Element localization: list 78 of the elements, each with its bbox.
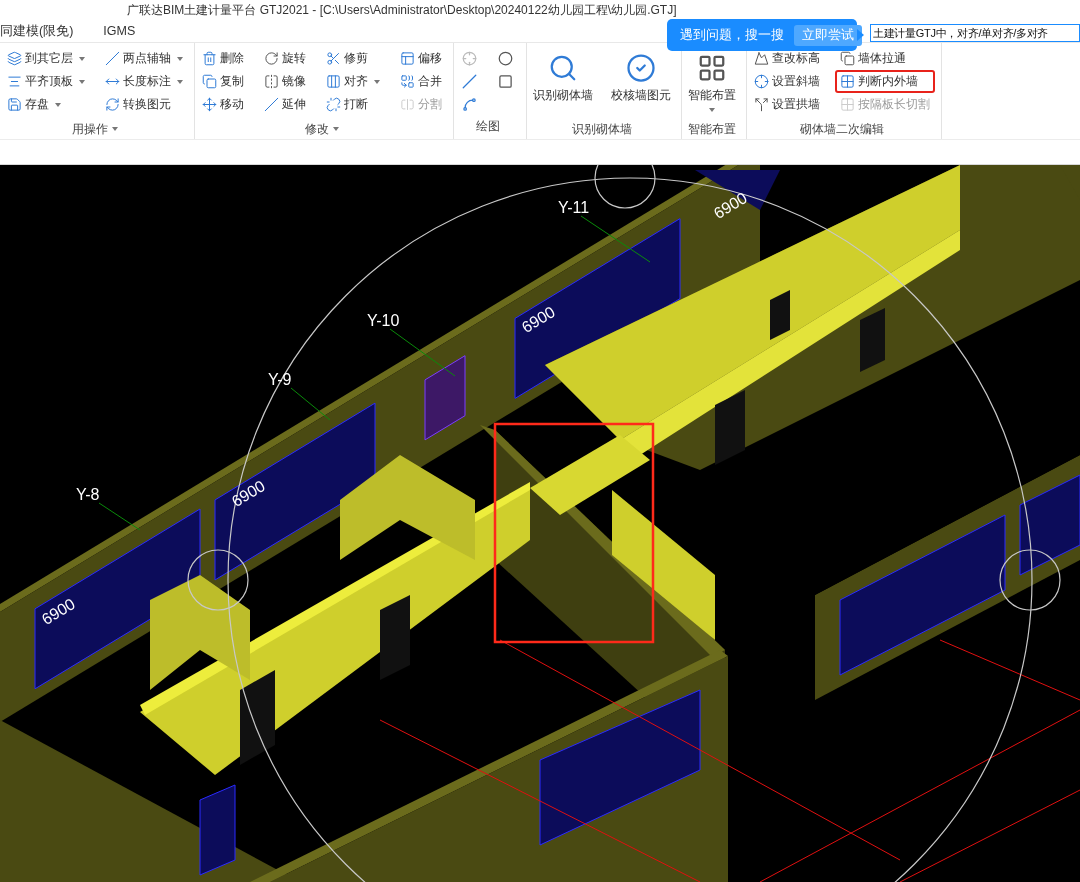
- ribbon-button[interactable]: 移动: [197, 93, 249, 116]
- caret-icon: [333, 127, 339, 131]
- align-icon: [7, 74, 22, 89]
- axis-label: Y-10: [367, 312, 400, 329]
- caret-icon: [177, 79, 183, 84]
- window-title: 广联达BIM土建计量平台 GTJ2021 - [C:\Users\Administrator\Desktop\20240122幼儿园工程\幼儿园.GTJ]: [127, 1, 677, 19]
- axis-line: [389, 328, 456, 377]
- ribbon-button[interactable]: 修剪: [321, 47, 385, 70]
- group-label: 识别砌体墙: [572, 120, 632, 138]
- menu-item[interactable]: 同建模(限免): [0, 22, 74, 40]
- save-icon: [7, 97, 22, 112]
- mirror-icon: [264, 74, 279, 89]
- axis-line: [98, 502, 141, 531]
- popup-text: 遇到问题，搜一搜: [680, 26, 784, 44]
- ribbon-large-button[interactable]: 识别砌体墙: [529, 47, 597, 106]
- axis-label: Y-8: [76, 486, 100, 503]
- ribbon-button[interactable]: 镜像: [259, 70, 311, 93]
- move-icon: [202, 97, 217, 112]
- ribbon-button[interactable]: 设置拱墙: [749, 93, 825, 116]
- slash-icon: [264, 97, 279, 112]
- break-icon: [326, 97, 341, 112]
- ribbon-button[interactable]: 转换图元: [100, 93, 188, 116]
- group-label: 绘图: [476, 117, 500, 135]
- search-wall-icon: [548, 53, 578, 83]
- copy-icon: [840, 51, 855, 66]
- copy-icon: [202, 74, 217, 89]
- axis-line: [290, 387, 331, 421]
- caret-icon: [112, 127, 118, 131]
- ribbon-large-button[interactable]: 校核墙图元: [607, 47, 675, 106]
- menu-item[interactable]: IGMS: [103, 24, 136, 38]
- dimension-label: 6900: [38, 595, 78, 628]
- dimension-label: 6900: [710, 189, 750, 222]
- ribbon-button[interactable]: 删除: [197, 47, 249, 70]
- dimension-label: 6900: [228, 477, 268, 510]
- grid-icon: [840, 97, 855, 112]
- axis-line-icon: [105, 51, 120, 66]
- split-icon: [400, 97, 415, 112]
- ribbon-button[interactable]: 合并: [395, 70, 447, 93]
- caret-icon: [55, 102, 61, 107]
- crosshair-icon: [754, 74, 769, 89]
- caret-icon: [709, 108, 715, 112]
- ribbon-button[interactable]: 长度标注: [100, 70, 188, 93]
- ribbon-button[interactable]: 墙体拉通: [835, 47, 935, 70]
- caret-icon: [79, 79, 85, 84]
- merge-icon: [400, 74, 415, 89]
- caret-icon: [374, 79, 380, 84]
- ribbon-button[interactable]: 平齐顶板: [2, 70, 90, 93]
- ribbon-button[interactable]: 偏移: [395, 47, 447, 70]
- caret-icon: [177, 56, 183, 61]
- group-label: 用操作: [72, 120, 108, 138]
- trash-icon: [202, 51, 217, 66]
- check-circle-icon: [626, 53, 656, 83]
- scissors-icon: [326, 51, 341, 66]
- ribbon-button[interactable]: 延伸: [259, 93, 311, 116]
- grid-icon: [840, 74, 855, 89]
- convert-icon: [105, 97, 120, 112]
- ribbon-button[interactable]: 设置斜墙: [749, 70, 825, 93]
- ribbon-button[interactable]: 判断内外墙: [835, 70, 935, 93]
- caret-icon: [79, 56, 85, 61]
- group-label: 智能布置: [688, 120, 736, 138]
- ribbon-button[interactable]: 查改标高: [749, 47, 825, 70]
- search-field[interactable]: 土建计量GTJ中，对齐/单对齐/多对齐: [870, 24, 1080, 42]
- ribbon-button[interactable]: 打断: [321, 93, 385, 116]
- ribbon-button[interactable]: 两点辅轴: [100, 47, 188, 70]
- ribbon-button[interactable]: 复制: [197, 70, 249, 93]
- grid-nodes-icon: [697, 53, 727, 83]
- dimension-label: 6900: [518, 303, 558, 336]
- axis-line: [580, 215, 651, 263]
- ribbon-button[interactable]: 存盘: [2, 93, 90, 116]
- ribbon-button[interactable]: 到其它层: [2, 47, 90, 70]
- group-label: 砌体墙二次编辑: [800, 120, 884, 138]
- ribbon-button[interactable]: 旋转: [259, 47, 311, 70]
- group-label: 修改: [305, 120, 329, 138]
- axis-label: Y-11: [558, 199, 590, 216]
- ribbon-button[interactable]: 对齐: [321, 70, 385, 93]
- rotate-icon: [264, 51, 279, 66]
- align-icon: [326, 74, 341, 89]
- layers-icon: [7, 51, 22, 66]
